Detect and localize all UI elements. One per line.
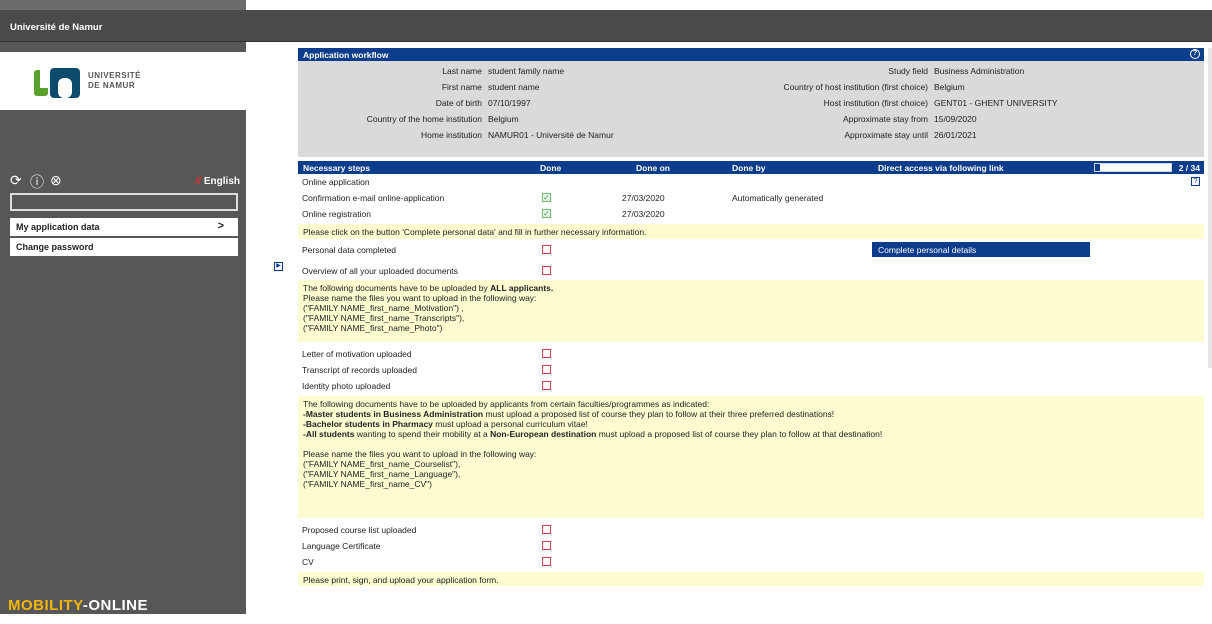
info-home-institution: Home institution NAMUR01 - Université de…: [421, 130, 614, 140]
workflow-title: Application workflow: [303, 50, 389, 60]
col-necessary-steps: Necessary steps: [303, 163, 371, 173]
step-transcript: Transcript of records uploaded: [298, 362, 1204, 376]
progress-text: 2 / 34: [1178, 163, 1200, 173]
menu-item-change-password[interactable]: Change password: [10, 238, 238, 256]
step-overview-documents: Overview of all your uploaded documents: [298, 263, 1204, 277]
brand-right: ONLINE: [88, 597, 149, 614]
menu-item-label: My application data: [16, 222, 100, 232]
workflow-header: Application workflow ?: [298, 48, 1204, 61]
step-online-registration: Online registration ✓ 27/03/2020: [302, 209, 665, 219]
col-done-by: Done by: [732, 163, 766, 173]
note-all-applicants: The following documents have to be uploa…: [298, 280, 1204, 342]
menu-item-label: Change password: [16, 242, 94, 252]
logo: UNIVERSITÉ DE NAMUR: [0, 52, 246, 110]
unchecked-icon: [542, 365, 551, 374]
col-direct-access: Direct access via following link: [878, 163, 1004, 173]
flag-icon: //: [195, 176, 201, 187]
menu-item-my-application-data[interactable]: My application data >: [10, 218, 238, 236]
current-step-arrow-icon[interactable]: ▶: [274, 262, 283, 271]
progress-fill: [1095, 164, 1100, 171]
unchecked-icon: [542, 245, 551, 254]
logo-text-line2: DE NAMUR: [88, 81, 136, 90]
main-content: Application workflow ? Last name student…: [298, 48, 1204, 624]
col-done-on: Done on: [636, 163, 670, 173]
checked-icon: ✓: [542, 209, 551, 218]
info-date-of-birth: Date of birth 07/10/1997: [435, 98, 531, 108]
step-motivation-letter: Letter of motivation uploaded: [298, 346, 1204, 360]
step-personal-data: Personal data completed Complete persona…: [298, 242, 1204, 258]
help-icon[interactable]: ⓘ: [30, 172, 44, 192]
unchecked-icon: [542, 266, 551, 275]
step-confirmation-email: Confirmation e-mail online-application ✓…: [302, 193, 824, 203]
university-name: Université de Namur: [10, 22, 103, 33]
note-print-application: Please print, sign, and upload your appl…: [298, 572, 1204, 586]
unchecked-icon: [542, 557, 551, 566]
info-study-field: Study field Business Administration: [888, 66, 1025, 76]
col-done: Done: [540, 163, 562, 173]
step-language-certificate: Language Certificate: [298, 538, 1204, 552]
info-host-country: Country of host institution (first choic…: [783, 82, 965, 92]
top-left-strip: [0, 0, 246, 10]
unchecked-icon: [542, 381, 551, 390]
info-first-name: First name student name: [441, 82, 540, 92]
step-online-application: Online application ?: [298, 174, 1204, 188]
unchecked-icon: [542, 541, 551, 550]
step-cv: CV: [298, 554, 1204, 568]
language-label: English: [203, 176, 240, 187]
university-logo-icon: [34, 68, 80, 98]
steps-table-body: Online application ? Confirmation e-mail…: [298, 174, 1204, 624]
info-host-institution: Host institution (first choice) GENT01 -…: [823, 98, 1058, 108]
sidebar-icons: ⟳ ⓘ ⊗ //English: [10, 172, 240, 192]
refresh-icon[interactable]: ⟳: [10, 172, 22, 189]
note-personal-data: Please click on the button 'Complete per…: [298, 224, 1204, 239]
scrollbar[interactable]: [1208, 48, 1212, 368]
sidebar-search-input[interactable]: [10, 193, 238, 211]
unchecked-icon: [542, 525, 551, 534]
complete-personal-details-button[interactable]: Complete personal details: [872, 242, 1090, 257]
mobility-online-logo: MOBILITY-ONLINE: [8, 597, 149, 614]
language-selector[interactable]: //English: [195, 176, 240, 187]
steps-table-header: Necessary steps Done Done on Done by Dir…: [298, 161, 1204, 174]
info-stay-from: Approximate stay from 15/09/2020: [842, 114, 977, 124]
brand-left: MOBILITY: [8, 597, 83, 614]
sidebar: UNIVERSITÉ DE NAMUR ⟳ ⓘ ⊗ //English My a…: [0, 42, 246, 614]
step-identity-photo: Identity photo uploaded: [298, 378, 1204, 392]
logo-text-line1: UNIVERSITÉ: [88, 71, 142, 80]
help-icon[interactable]: ?: [1190, 49, 1200, 59]
info-home-country: Country of the home institution Belgium: [366, 114, 519, 124]
checked-icon: ✓: [542, 193, 551, 202]
info-last-name: Last name student family name: [442, 66, 565, 76]
top-bar: Université de Namur: [0, 10, 1212, 42]
step-course-list: Proposed course list uploaded: [298, 522, 1204, 536]
help-icon[interactable]: ?: [1191, 177, 1200, 186]
progress-bar: [1094, 163, 1172, 172]
note-faculty-documents: The following documents have to be uploa…: [298, 396, 1204, 518]
unchecked-icon: [542, 349, 551, 358]
chevron-right-icon: >: [217, 220, 224, 232]
logout-icon[interactable]: ⊗: [50, 172, 62, 189]
info-stay-until: Approximate stay until 26/01/2021: [844, 130, 977, 140]
applicant-info-panel: Last name student family name First name…: [298, 61, 1204, 157]
